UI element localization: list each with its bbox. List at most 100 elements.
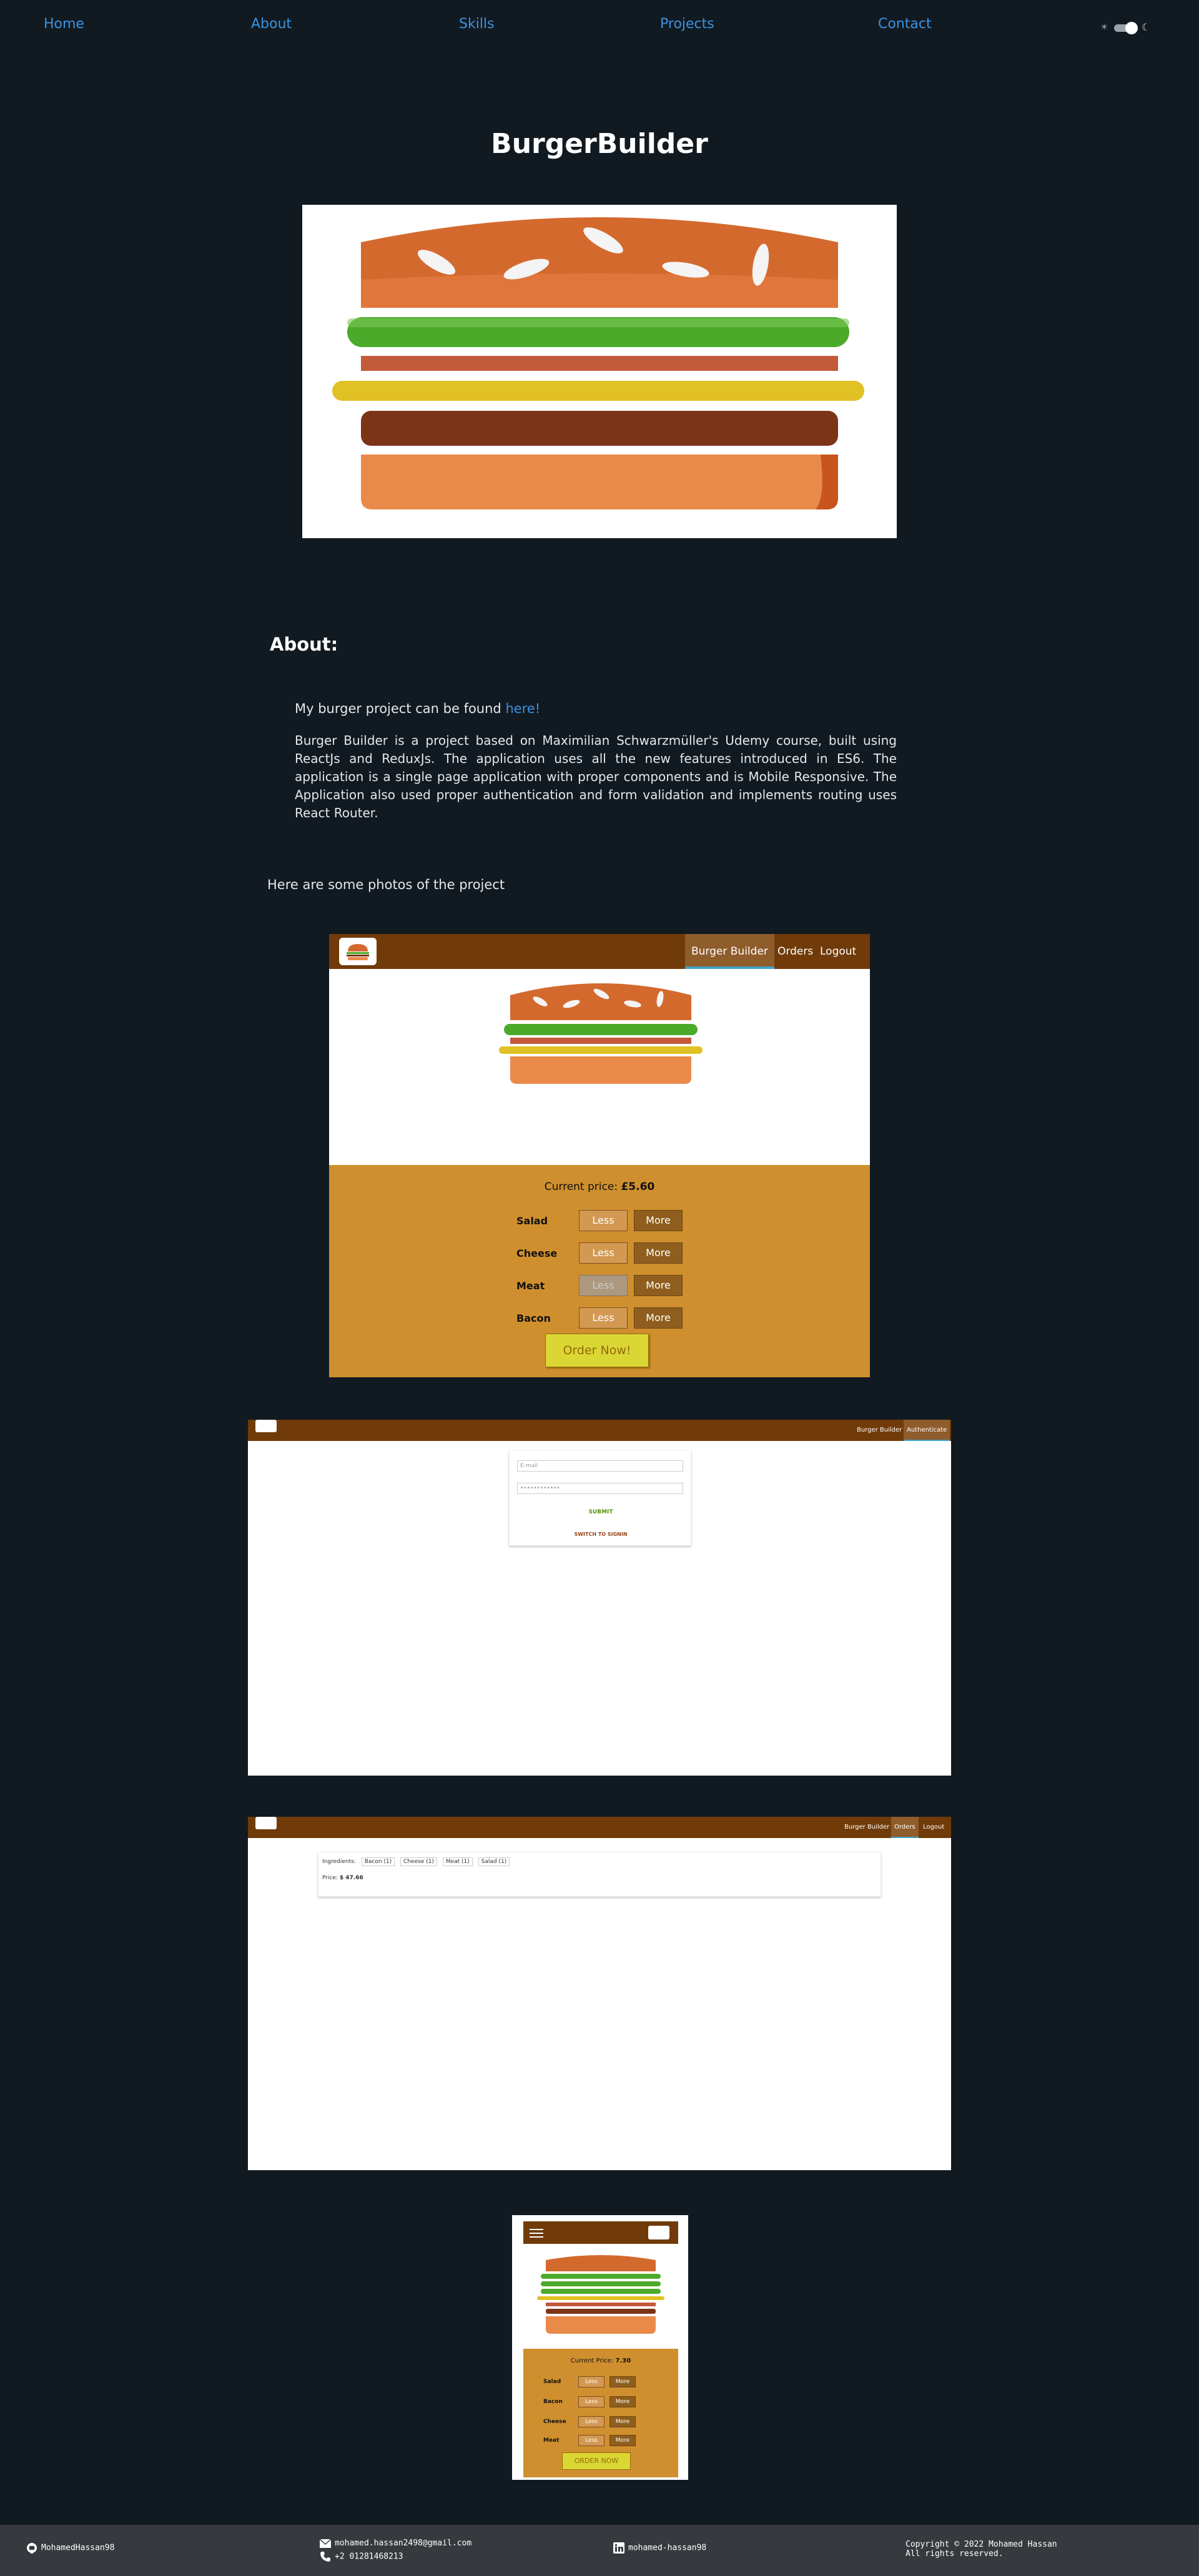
burger-logo-icon: [339, 938, 377, 965]
order-card: Ingredients: Bacon (1) Cheese (1) Meat (…: [318, 1852, 881, 1897]
ingredients-label: Ingredients:: [322, 1859, 356, 1865]
submit-button[interactable]: SUBMIT: [510, 1509, 692, 1515]
order-price-value: $ 47.66: [339, 1875, 363, 1881]
app-burger-preview: [537, 2255, 664, 2334]
burger-logo-icon: [255, 1817, 277, 1829]
auth-card: E-mail •••••••••••• SUBMIT SWITCH TO SIG…: [509, 1450, 691, 1546]
ingredient-label-bacon: Bacon: [543, 2399, 563, 2405]
password-field[interactable]: ••••••••••••: [517, 1483, 683, 1494]
ingredient-chip: Salad (1): [478, 1857, 510, 1866]
toggle-knob[interactable]: [1125, 22, 1138, 34]
ingredient-chip: Meat (1): [442, 1857, 473, 1866]
cheese-less-button[interactable]: Less: [578, 2416, 604, 2427]
page-title: BurgerBuilder: [491, 128, 708, 160]
meat-less-button[interactable]: Less: [578, 2435, 604, 2446]
project-screenshot-desktop: Burger Builder Orders Logout Current pri…: [329, 934, 870, 1377]
footer-github-link[interactable]: MohamedHassan98: [26, 2542, 114, 2554]
app-toolbar: Burger Builder Authenticate: [248, 1420, 951, 1441]
meat-less-button[interactable]: Less: [579, 1275, 628, 1296]
app-toolbar: Burger Builder Orders Logout: [248, 1817, 951, 1838]
footer-phone[interactable]: +2 01281468213: [320, 2551, 403, 2562]
order-now-button[interactable]: ORDER NOW: [562, 2452, 631, 2470]
photos-heading: Here are some photos of the project: [267, 877, 505, 892]
nav-about[interactable]: About: [251, 16, 292, 32]
email-address: mohamed.hassan2498@gmail.com: [335, 2539, 472, 2548]
bacon-less-button[interactable]: Less: [579, 1307, 628, 1329]
ingredient-label-bacon: Bacon: [516, 1312, 551, 1324]
app-nav-authenticate[interactable]: Authenticate: [904, 1420, 950, 1441]
cheese-more-button[interactable]: More: [634, 1242, 683, 1264]
footer-linkedin-link[interactable]: mohamed-hassan98: [613, 2542, 706, 2554]
hamburger-menu-icon[interactable]: [530, 2229, 543, 2238]
current-price: Current price: £5.60: [329, 1181, 870, 1193]
about-heading: About:: [270, 634, 338, 655]
switch-signin-button[interactable]: SWITCH TO SIGNIN: [510, 1531, 692, 1537]
ingredient-label-meat: Meat: [516, 1280, 545, 1292]
price-value: 7.30: [615, 2357, 631, 2364]
ingredient-chip: Cheese (1): [400, 1857, 437, 1866]
app-nav-logout[interactable]: Logout: [920, 1817, 947, 1838]
current-price: Current Price: 7.30: [523, 2357, 678, 2364]
project-screenshot-auth: Burger Builder Authenticate E-mail •••••…: [248, 1420, 951, 1776]
project-link-prefix: My burger project can be found: [295, 701, 501, 716]
price-label: Current price:: [544, 1181, 618, 1193]
github-icon: [27, 2543, 37, 2554]
ingredient-chip: Bacon (1): [361, 1857, 395, 1866]
footer: MohamedHassan98 mohamed.hassan2498@gmail…: [0, 2525, 1199, 2576]
project-screenshot-mobile: Current Price: 7.30 Salad Less More Baco…: [512, 2215, 688, 2480]
meat-more-button[interactable]: More: [634, 1275, 683, 1296]
cheese-less-button[interactable]: Less: [579, 1242, 628, 1264]
bacon-less-button[interactable]: Less: [578, 2396, 604, 2407]
hero-burger-image: [302, 205, 897, 538]
footer-email-link[interactable]: mohamed.hassan2498@gmail.com: [319, 2538, 472, 2548]
about-description: Burger Builder is a project based on Max…: [295, 733, 897, 820]
ingredient-label-cheese: Cheese: [543, 2419, 566, 2425]
salad-less-button[interactable]: Less: [579, 1210, 628, 1231]
burger-illustration: [332, 217, 864, 509]
bacon-more-button[interactable]: More: [634, 1307, 683, 1329]
envelope-icon: [319, 2538, 332, 2548]
order-price: Price: $ 47.66: [322, 1875, 363, 1881]
email-field[interactable]: E-mail: [517, 1460, 683, 1472]
order-now-button[interactable]: Order Now!: [545, 1334, 649, 1367]
ingredient-label-meat: Meat: [543, 2437, 560, 2444]
salad-less-button[interactable]: Less: [578, 2376, 604, 2387]
app-nav-orders[interactable]: Orders: [891, 1817, 919, 1838]
meat-more-button[interactable]: More: [609, 2435, 636, 2446]
order-price-label: Price:: [322, 1875, 338, 1881]
app-nav-burger-builder[interactable]: Burger Builder: [841, 1817, 892, 1838]
burger-logo-icon: [648, 2226, 669, 2239]
app-nav-burger-builder[interactable]: Burger Builder: [685, 934, 774, 969]
salad-more-button[interactable]: More: [634, 1210, 683, 1231]
app-toolbar: Burger Builder Orders Logout: [329, 934, 870, 969]
theme-toggle[interactable]: ☀ ☾: [1100, 21, 1150, 34]
project-link-line: My burger project can be found here!: [295, 701, 540, 716]
nav-contact[interactable]: Contact: [878, 16, 932, 32]
phone-icon: [320, 2552, 330, 2562]
sun-icon: ☀: [1100, 22, 1108, 32]
app-toolbar: [523, 2221, 678, 2244]
cheese-more-button[interactable]: More: [609, 2416, 636, 2427]
nav-home[interactable]: Home: [44, 16, 84, 32]
burger-logo-icon: [255, 1420, 277, 1432]
copyright-line-1: Copyright © 2022 Mohamed Hassan: [905, 2540, 1057, 2549]
project-link[interactable]: here!: [505, 701, 540, 716]
phone-number: +2 01281468213: [335, 2552, 403, 2562]
app-nav-burger-builder[interactable]: Burger Builder: [854, 1420, 905, 1441]
linkedin-icon: [613, 2542, 624, 2554]
copyright-line-2: All rights reserved.: [905, 2549, 1004, 2559]
app-nav-logout[interactable]: Logout: [814, 934, 862, 969]
salad-more-button[interactable]: More: [609, 2376, 636, 2387]
nav-skills[interactable]: Skills: [459, 16, 495, 32]
app-nav-orders[interactable]: Orders: [771, 934, 819, 969]
bacon-more-button[interactable]: More: [609, 2396, 636, 2407]
ingredient-label-salad: Salad: [516, 1215, 548, 1227]
moon-icon: ☾: [1142, 21, 1151, 33]
nav-projects[interactable]: Projects: [660, 16, 714, 32]
github-username: MohamedHassan98: [41, 2543, 115, 2553]
ingredient-label-salad: Salad: [543, 2379, 561, 2385]
project-screenshot-orders: Burger Builder Orders Logout Ingredients…: [248, 1817, 951, 2170]
linkedin-username: mohamed-hassan98: [628, 2543, 707, 2553]
footer-copyright: Copyright © 2022 Mohamed Hassan All righ…: [905, 2540, 1057, 2559]
app-burger-preview: [499, 983, 703, 1084]
